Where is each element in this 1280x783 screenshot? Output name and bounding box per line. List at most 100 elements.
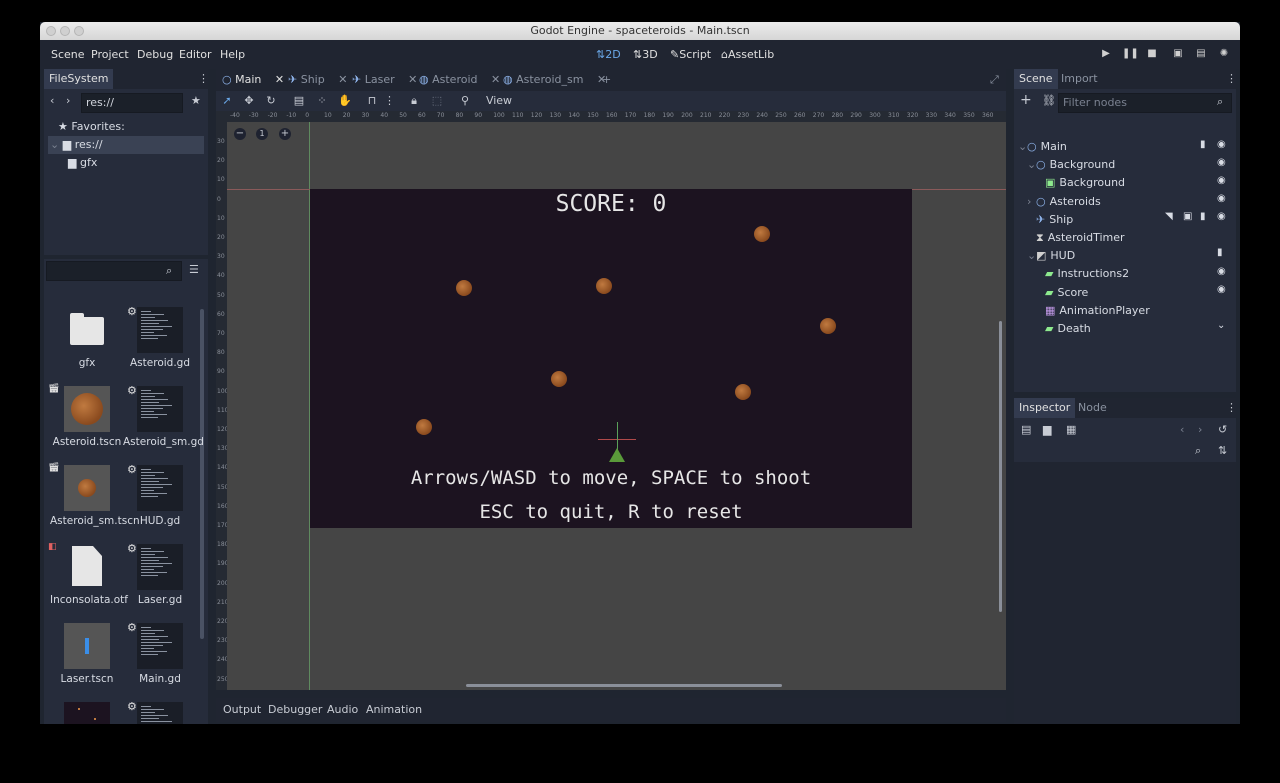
close-icon[interactable]: ✕: [338, 73, 347, 86]
script-icon[interactable]: ▮: [1200, 211, 1206, 222]
file-item[interactable]: ⚙: [123, 700, 197, 724]
lock-icon[interactable]: 🔒︎: [407, 91, 421, 111]
play-custom-scene-icon[interactable]: ▤: [1194, 47, 1208, 61]
tab-scene[interactable]: Scene: [1014, 69, 1058, 89]
script-icon[interactable]: ▮: [1217, 247, 1223, 258]
open-folder-icon[interactable]: ▆: [1043, 423, 1051, 436]
file-item[interactable]: 🎬︎ Asteroid.tscn: [48, 384, 124, 464]
workspace-3d[interactable]: ⇅3D: [633, 40, 658, 69]
close-icon[interactable]: ✕: [491, 73, 500, 86]
bottom-tab-output[interactable]: Output: [223, 698, 261, 722]
list-view-icon[interactable]: ☰: [189, 263, 199, 276]
scene-tree-node[interactable]: ▰ Instructions2: [1014, 265, 1236, 283]
chevron-down-icon[interactable]: ⌄: [1018, 138, 1027, 156]
file-item[interactable]: ⚙ Main.gd: [123, 621, 197, 701]
bottom-tab-audio[interactable]: Audio: [327, 698, 358, 722]
snap-options-icon[interactable]: ⋮: [384, 91, 395, 111]
file-item[interactable]: 🎬︎ Asteroid_sm.tscn: [48, 463, 140, 543]
forward-icon[interactable]: ›: [66, 94, 70, 107]
editor-tab-laser[interactable]: ✈ Laser ✕: [352, 69, 417, 91]
back-icon[interactable]: ‹: [50, 94, 54, 107]
file-item[interactable]: gfx: [50, 307, 124, 385]
scene-tree-node[interactable]: ▰ Death: [1014, 320, 1236, 338]
menu-project[interactable]: Project: [91, 40, 129, 69]
zoom-out-icon[interactable]: −: [234, 128, 246, 140]
file-item[interactable]: ⚙ HUD.gd: [123, 463, 197, 543]
file-item[interactable]: ⚙ Asteroid_sm.gd: [123, 384, 204, 464]
bottom-tab-debugger[interactable]: Debugger: [268, 698, 322, 722]
play-scene-icon[interactable]: ▣: [1171, 47, 1185, 61]
new-resource-icon[interactable]: ▤: [1021, 423, 1031, 436]
visibility-eye-icon[interactable]: ◉: [1217, 139, 1226, 150]
link-icon[interactable]: ⛓: [1042, 94, 1056, 107]
script-icon[interactable]: ▮: [1200, 139, 1206, 150]
tab-inspector[interactable]: Inspector: [1014, 398, 1076, 418]
file-item[interactable]: [50, 702, 124, 724]
tree-favorites[interactable]: ★ Favorites:: [48, 118, 204, 136]
scene-tree-node[interactable]: ⌄◩ HUD: [1014, 247, 1236, 265]
tree-gfx[interactable]: ▆ gfx: [48, 154, 204, 172]
history-back-icon[interactable]: ‹: [1180, 423, 1184, 436]
zoom-reset-button[interactable]: 1: [256, 128, 268, 140]
bone-icon[interactable]: ⚲: [458, 91, 472, 111]
stop-icon[interactable]: ■: [1145, 47, 1159, 61]
path-field[interactable]: res://: [81, 93, 183, 113]
file-scrollbar[interactable]: [200, 309, 204, 639]
file-item[interactable]: ⚙ Laser.gd: [123, 542, 197, 622]
workspace-assetlib[interactable]: ⌂AssetLib: [721, 40, 774, 69]
viewport-vscrollbar[interactable]: [999, 321, 1002, 612]
editor-tab-asteroid[interactable]: ◍ Asteroid ✕: [419, 69, 500, 91]
chevron-down-icon[interactable]: ⌄: [1027, 247, 1036, 265]
search-icon[interactable]: ⌕: [1195, 444, 1201, 458]
list-select-icon[interactable]: ▤: [292, 91, 306, 111]
visibility-eye-icon[interactable]: ◉: [1217, 284, 1226, 295]
visibility-eye-icon[interactable]: ◉: [1217, 266, 1226, 277]
visibility-eye-icon[interactable]: ◉: [1217, 193, 1226, 204]
menu-debug[interactable]: Debug: [137, 40, 173, 69]
view-menu[interactable]: View: [484, 91, 514, 111]
menu-editor[interactable]: Editor: [179, 40, 212, 69]
group-icon[interactable]: ⬚: [430, 91, 444, 111]
chevron-down-icon[interactable]: ⌄: [1217, 320, 1225, 331]
scene-tree-node[interactable]: ⌄○ Background: [1014, 156, 1236, 174]
scene-tree-node[interactable]: ⧗ AsteroidTimer: [1014, 229, 1236, 247]
chevron-down-icon[interactable]: ⌄: [1027, 156, 1036, 174]
file-search-field[interactable]: [46, 261, 182, 281]
dock-menu-icon[interactable]: ⋮: [198, 72, 209, 85]
scene-tree-node[interactable]: › ○ Asteroids: [1014, 193, 1236, 211]
bottom-tab-animation[interactable]: Animation: [366, 698, 422, 722]
scene-tree-node[interactable]: ▣ Background: [1014, 174, 1236, 192]
editor-tab-main[interactable]: ○ Main ✕: [222, 69, 284, 91]
tab-import[interactable]: Import: [1056, 69, 1103, 89]
add-node-icon[interactable]: +: [1020, 92, 1032, 108]
canvas-viewport[interactable]: -40 -30 -20 -10 0 10 20 30 40 50 60 70 80 90 100 110 120…: [216, 111, 1006, 690]
dock-menu-icon[interactable]: ⋮: [1226, 401, 1237, 414]
menu-help[interactable]: Help: [220, 40, 245, 69]
editor-tab-ship[interactable]: ✈ Ship ✕: [288, 69, 347, 91]
filter-nodes-field[interactable]: Filter nodes: [1058, 93, 1232, 113]
tab-node[interactable]: Node: [1073, 398, 1112, 418]
file-item[interactable]: ◧ Inconsolata.otf: [48, 542, 128, 622]
add-tab-icon[interactable]: +: [602, 69, 611, 91]
scene-instance-icon[interactable]: ▣: [1183, 211, 1192, 222]
snap-icon[interactable]: ⊓: [365, 91, 379, 111]
scene-tree-node[interactable]: ▰ Score: [1014, 284, 1236, 302]
history-forward-icon[interactable]: ›: [1198, 423, 1202, 436]
visibility-eye-icon[interactable]: ◉: [1217, 175, 1226, 186]
history-icon[interactable]: ↺: [1218, 423, 1227, 436]
chevron-right-icon[interactable]: ›: [1027, 193, 1036, 211]
file-item[interactable]: Laser.tscn: [50, 623, 124, 701]
pause-icon[interactable]: ❚❚: [1122, 47, 1139, 61]
pivot-tool-icon[interactable]: ⁘: [315, 91, 329, 111]
distraction-free-icon[interactable]: ⤢: [990, 69, 999, 91]
viewport-hscrollbar-thumb[interactable]: [466, 684, 782, 687]
object-properties-icon[interactable]: ⇅: [1218, 444, 1227, 457]
rotate-tool-icon[interactable]: ↻: [264, 91, 278, 111]
visibility-eye-icon[interactable]: ◉: [1217, 157, 1226, 168]
editor-tab-asteroid-sm[interactable]: ◍ Asteroid_sm ✕: [503, 69, 606, 91]
signal-icon[interactable]: ◥: [1165, 211, 1173, 222]
close-icon[interactable]: ✕: [275, 73, 284, 86]
file-item[interactable]: ⚙ Asteroid.gd: [123, 305, 197, 385]
save-icon[interactable]: ▦: [1066, 423, 1076, 436]
tree-res[interactable]: ⌄ ▆ res://: [48, 136, 204, 154]
